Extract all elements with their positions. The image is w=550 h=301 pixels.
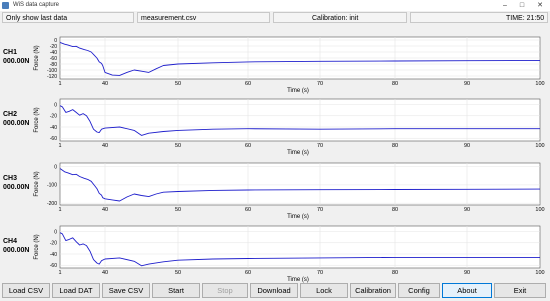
chart-ch2: 1 40 50 60 70 80 90 100 0 -20 -40 -60 Force (N) Time … [34,98,545,156]
chart-ch3: 1 40 50 60 70 80 90 100 0 -100 -200 Force (N) Time (… [34,162,545,220]
x-tick-label: 90 [464,143,470,149]
x-tick-label: 80 [392,207,398,213]
start-button[interactable]: Start [152,283,200,298]
y-tick-label: -120 [47,74,57,80]
x-tick-label: 1 [58,207,61,213]
x-tick-label: 80 [392,270,398,276]
y-tick-label: -40 [50,252,57,258]
maximize-icon[interactable]: □ [514,0,530,11]
y-axis-label: Force (N) [34,171,40,196]
y-tick-label: 0 [54,229,57,235]
status-bar: Only show last data measurement.csv Cali… [0,12,550,24]
chart-ch4: 1 40 50 60 70 80 90 1000-20-40-60Force (N)Time … [34,225,545,283]
minimize-icon[interactable]: – [497,0,513,11]
y-tick-label: 0 [54,102,57,108]
x-tick-label: 50 [175,81,181,87]
main-window: WiS data capture – □ ✕ Only show last da… [0,0,550,301]
calibration-button[interactable]: Calibration [350,283,396,298]
x-tick-label: 60 [245,143,251,149]
load-dat-button[interactable]: Load DAT [52,283,100,298]
x-tick-label: 80 [392,81,398,87]
x-tick-label: 1 [58,81,61,87]
download-button[interactable]: Download [250,283,298,298]
x-tick-label: 100 [535,81,544,87]
y-tick-label: -200 [47,201,57,207]
plot-area [59,98,541,142]
x-tick-label: 70 [317,143,323,149]
x-tick-label: 100 [535,143,544,149]
x-tick-label: 40 [102,270,108,276]
x-tick-label: 90 [464,81,470,87]
x-tick-label: 40 [102,81,108,87]
y-tick-label: -60 [50,263,57,269]
x-tick-label: 50 [175,143,181,149]
button-bar: Load CSV Load DAT Save CSV Start Stop Do… [0,283,550,301]
x-tick-label: 70 [317,81,323,87]
x-axis-label: Time (s) [287,214,309,220]
y-tick-label: -40 [50,125,57,131]
x-tick-label: 100 [535,270,544,276]
lock-button[interactable]: Lock [300,283,348,298]
x-tick-label: 70 [317,207,323,213]
exit-button[interactable]: Exit [494,283,546,298]
y-axis-label: Force (N) [34,45,40,70]
x-tick-label: 40 [102,207,108,213]
x-tick-label: 50 [175,270,181,276]
plot-area [59,225,541,269]
about-button[interactable]: About [442,283,492,298]
x-tick-label: 1 [58,270,61,276]
y-tick-label: -20 [50,241,57,247]
y-axis-label: Force (N) [34,107,40,132]
x-tick-label: 50 [175,207,181,213]
plot-area [59,162,541,206]
load-csv-button[interactable]: Load CSV [2,283,50,298]
x-tick-label: 90 [464,207,470,213]
x-tick-label: 90 [464,270,470,276]
time-display: TIME: 21:50 [410,12,548,23]
calibration-status: Calibration: init [273,12,407,23]
window-title: WiS data capture [13,2,60,8]
stop-button[interactable]: Stop [202,283,248,298]
title-bar: WiS data capture – □ ✕ [0,0,550,11]
x-tick-label: 40 [102,143,108,149]
display-mode: Only show last data [2,12,134,23]
y-tick-label: -20 [50,114,57,120]
x-tick-label: 80 [392,143,398,149]
y-axis-label: Force (N) [34,234,40,259]
y-tick-label: 0 [54,164,57,170]
x-tick-label: 60 [245,81,251,87]
y-tick-label: -100 [47,183,57,189]
app-icon [2,2,9,9]
y-tick-label: -60 [50,136,57,142]
close-icon[interactable]: ✕ [532,0,548,11]
x-tick-label: 100 [535,207,544,213]
x-tick-label: 60 [245,207,251,213]
x-axis-label: Time (s) [287,88,309,94]
chart-ch1: 1 40 50 60 70 80 90 1000-20-40-60-80-100-120For… [34,36,545,94]
x-tick-label: 60 [245,270,251,276]
save-csv-button[interactable]: Save CSV [102,283,150,298]
x-tick-label: 1 [58,143,61,149]
file-name: measurement.csv [137,12,270,23]
x-tick-label: 70 [317,270,323,276]
config-button[interactable]: Config [398,283,440,298]
x-axis-label: Time (s) [287,150,309,156]
